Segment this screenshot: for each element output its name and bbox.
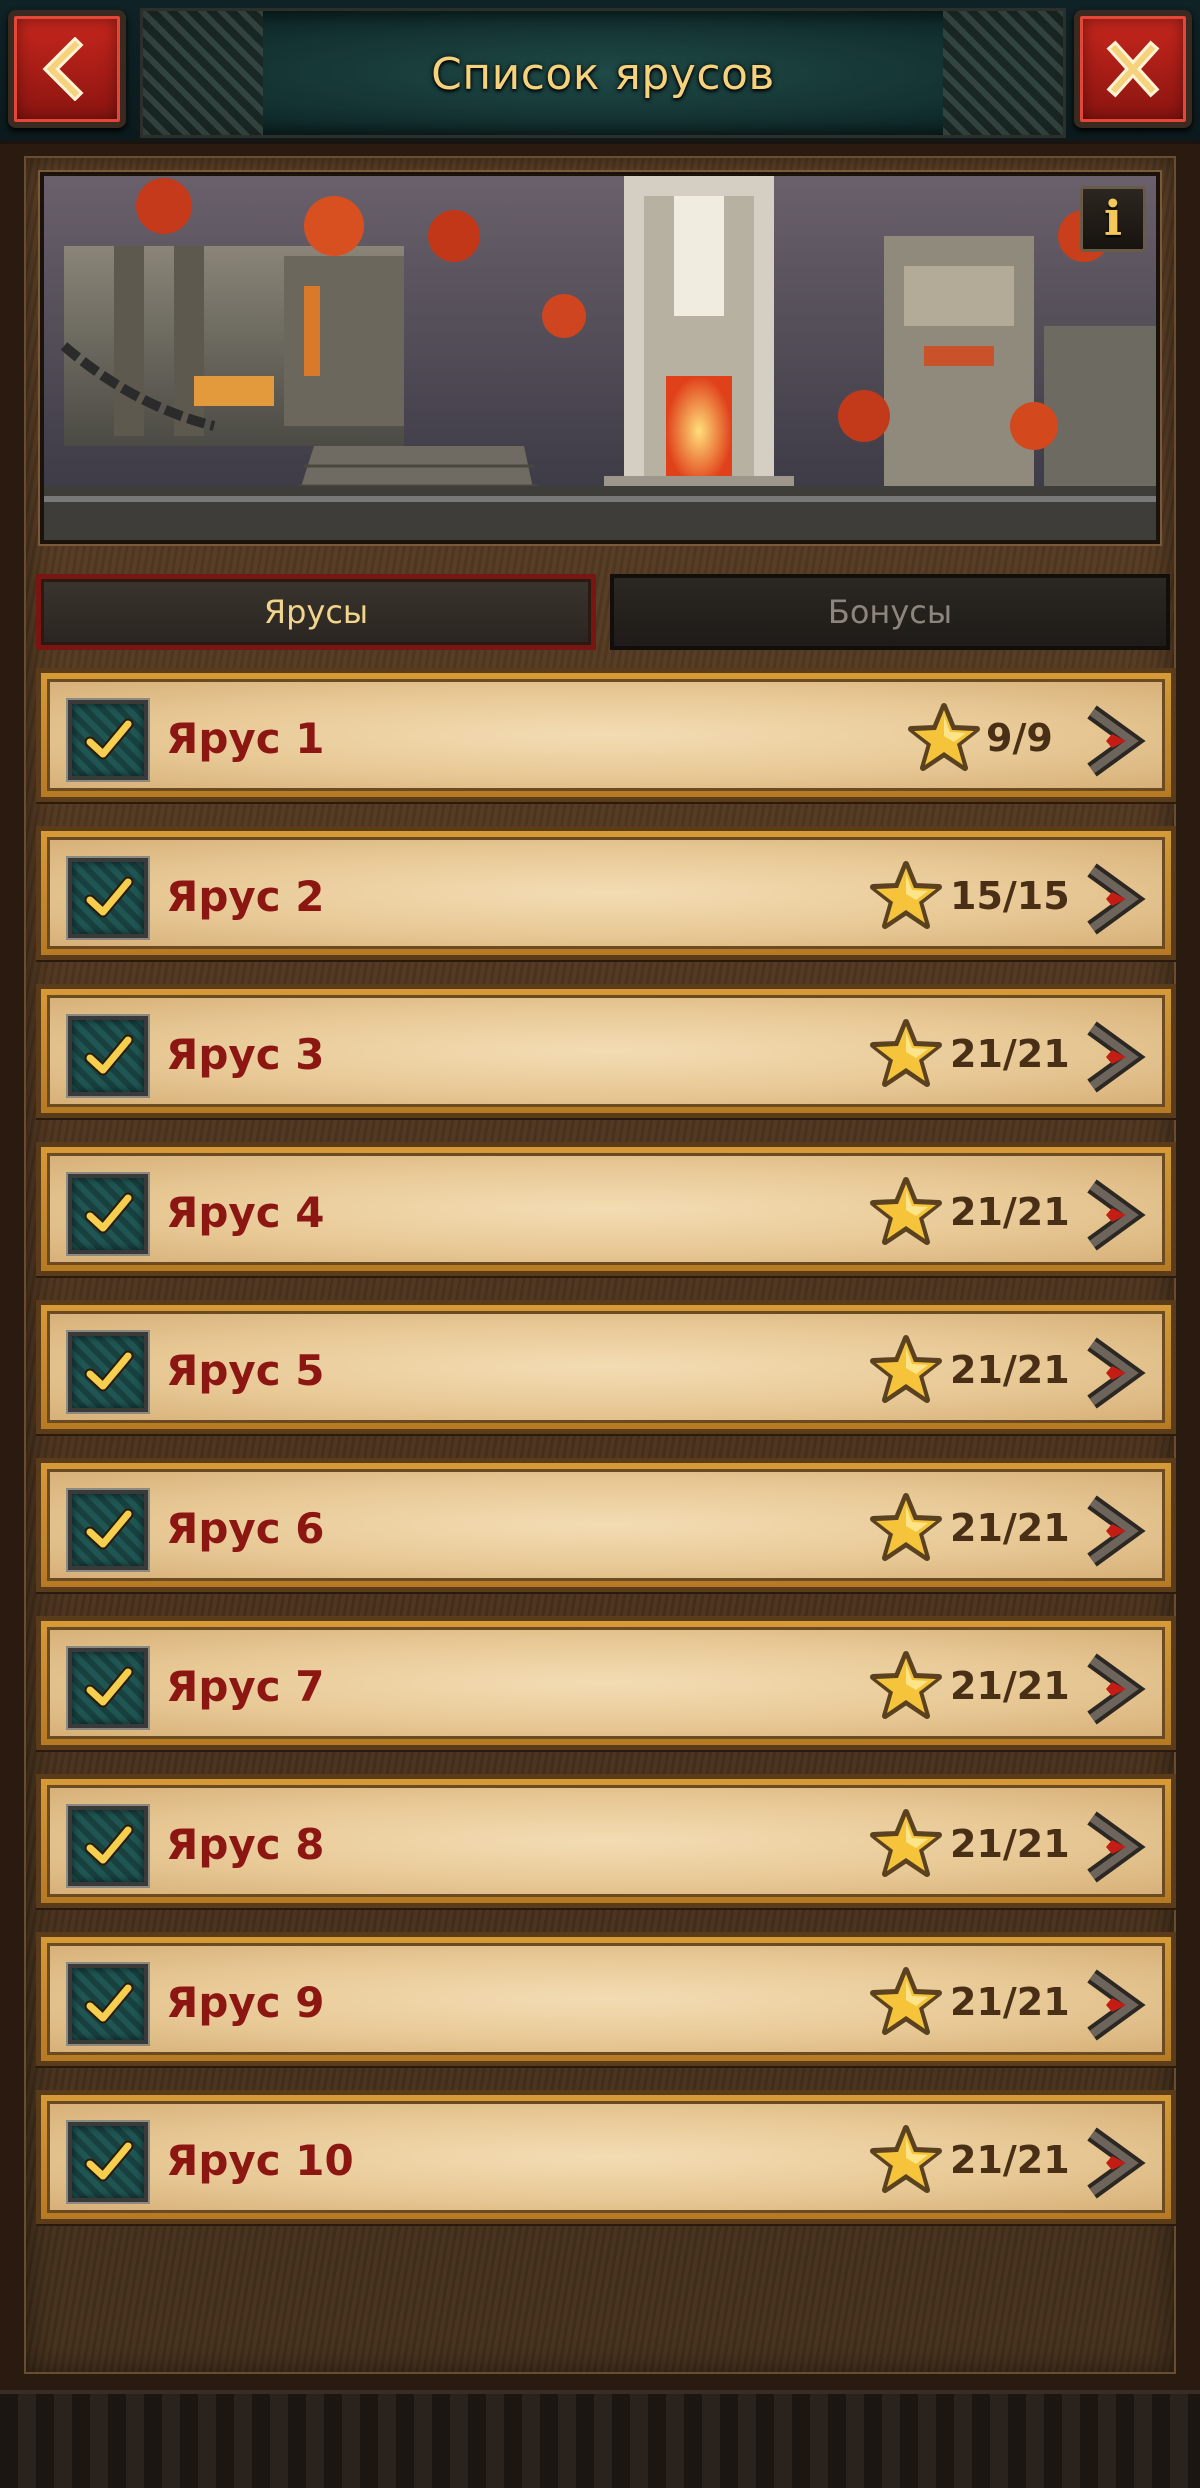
main-panel: i Ярусы Бонусы Ярус 1 9/9 Ярус 2 15/15 Ярус … (18, 150, 1182, 2380)
tier-row[interactable]: Ярус 6 21/21 (36, 1458, 1176, 1592)
star-icon (870, 861, 942, 929)
chevron-right-icon[interactable] (1082, 1810, 1148, 1884)
checkmark-icon (84, 1508, 134, 1550)
close-button[interactable] (1074, 10, 1192, 128)
tier-score: 21/21 (950, 1664, 1070, 1708)
tier-score: 21/21 (950, 2138, 1070, 2182)
tab-bonuses-label: Бонусы (827, 593, 953, 631)
tier-name: Ярус 2 (166, 872, 325, 921)
completed-checkbox (68, 1332, 148, 1412)
tier-name: Ярус 7 (166, 1662, 325, 1711)
chevron-right-icon[interactable] (1082, 862, 1148, 936)
checkmark-icon (84, 1666, 134, 1708)
checkmark-icon (84, 1350, 134, 1392)
tier-score: 15/15 (950, 874, 1070, 918)
tier-card: Ярус 2 15/15 (47, 837, 1165, 949)
star-icon (870, 1019, 942, 1087)
star-icon (870, 1177, 942, 1245)
tier-row[interactable]: Ярус 10 21/21 (36, 2090, 1176, 2224)
star-icon (870, 1493, 942, 1561)
star-icon (870, 1809, 942, 1877)
chevron-left-icon (42, 37, 84, 101)
star-icon (870, 1335, 942, 1403)
tier-row[interactable]: Ярус 8 21/21 (36, 1774, 1176, 1908)
tier-card: Ярус 3 21/21 (47, 995, 1165, 1107)
title-plate: Список ярусов (140, 8, 1066, 138)
tier-card: Ярус 4 21/21 (47, 1153, 1165, 1265)
tier-card: Ярус 9 21/21 (47, 1943, 1165, 2055)
page-title: Список ярусов (431, 49, 775, 100)
tier-score: 21/21 (950, 1190, 1070, 1234)
tab-tiers-label: Ярусы (263, 593, 369, 631)
tier-card: Ярус 8 21/21 (47, 1785, 1165, 1897)
top-bar: Список ярусов (0, 0, 1200, 144)
tier-card: Ярус 6 21/21 (47, 1469, 1165, 1581)
tier-card: Ярус 7 21/21 (47, 1627, 1165, 1739)
tier-name: Ярус 10 (166, 2136, 354, 2185)
tier-name: Ярус 6 (166, 1504, 325, 1553)
tier-score: 21/21 (950, 1980, 1070, 2024)
completed-checkbox (68, 1490, 148, 1570)
checkmark-icon (84, 2140, 134, 2182)
tier-row[interactable]: Ярус 4 21/21 (36, 1142, 1176, 1276)
completed-checkbox (68, 1648, 148, 1728)
chevron-right-icon[interactable] (1082, 704, 1148, 778)
star-icon (870, 1967, 942, 2035)
checkmark-icon (84, 1824, 134, 1866)
tier-score: 21/21 (950, 1822, 1070, 1866)
star-icon (870, 1651, 942, 1719)
completed-checkbox (68, 1806, 148, 1886)
chevron-right-icon[interactable] (1082, 1968, 1148, 2042)
tier-card: Ярус 5 21/21 (47, 1311, 1165, 1423)
chevron-right-icon[interactable] (1082, 1178, 1148, 1252)
tier-score: 21/21 (950, 1506, 1070, 1550)
completed-checkbox (68, 1174, 148, 1254)
tier-card: Ярус 1 9/9 (47, 679, 1165, 791)
chevron-right-icon[interactable] (1082, 1020, 1148, 1094)
tier-name: Ярус 5 (166, 1346, 325, 1395)
tier-row[interactable]: Ярус 2 15/15 (36, 826, 1176, 960)
dungeon-banner-image: i (40, 172, 1160, 544)
chevron-right-icon[interactable] (1082, 1494, 1148, 1568)
tier-row[interactable]: Ярус 1 9/9 (36, 668, 1176, 802)
tier-name: Ярус 4 (166, 1188, 325, 1237)
completed-checkbox (68, 2122, 148, 2202)
tier-name: Ярус 9 (166, 1978, 325, 2027)
tier-name: Ярус 1 (166, 714, 325, 763)
tier-row[interactable]: Ярус 9 21/21 (36, 1932, 1176, 2066)
tier-name: Ярус 3 (166, 1030, 325, 1079)
checkmark-icon (84, 718, 134, 760)
tier-score: 9/9 (986, 716, 1053, 760)
tier-card: Ярус 10 21/21 (47, 2101, 1165, 2213)
chevron-right-icon[interactable] (1082, 1652, 1148, 1726)
tier-row[interactable]: Ярус 7 21/21 (36, 1616, 1176, 1750)
completed-checkbox (68, 700, 148, 780)
close-x-icon (1106, 40, 1160, 98)
tier-row[interactable]: Ярус 5 21/21 (36, 1300, 1176, 1434)
info-icon: i (1103, 191, 1123, 247)
completed-checkbox (68, 858, 148, 938)
tier-score: 21/21 (950, 1032, 1070, 1076)
tier-name: Ярус 8 (166, 1820, 325, 1869)
star-icon (870, 2125, 942, 2193)
chevron-right-icon[interactable] (1082, 1336, 1148, 1410)
bottom-ornament (0, 2390, 1200, 2488)
back-button[interactable] (8, 10, 126, 128)
checkmark-icon (84, 876, 134, 918)
checkmark-icon (84, 1192, 134, 1234)
star-icon (908, 703, 980, 771)
info-button[interactable]: i (1080, 186, 1146, 252)
checkmark-icon (84, 1982, 134, 2024)
completed-checkbox (68, 1964, 148, 2044)
tab-tiers[interactable]: Ярусы (36, 574, 596, 650)
checkmark-icon (84, 1034, 134, 1076)
tier-row[interactable]: Ярус 3 21/21 (36, 984, 1176, 1118)
chevron-right-icon[interactable] (1082, 2126, 1148, 2200)
tab-bonuses[interactable]: Бонусы (610, 574, 1170, 650)
completed-checkbox (68, 1016, 148, 1096)
tier-score: 21/21 (950, 1348, 1070, 1392)
